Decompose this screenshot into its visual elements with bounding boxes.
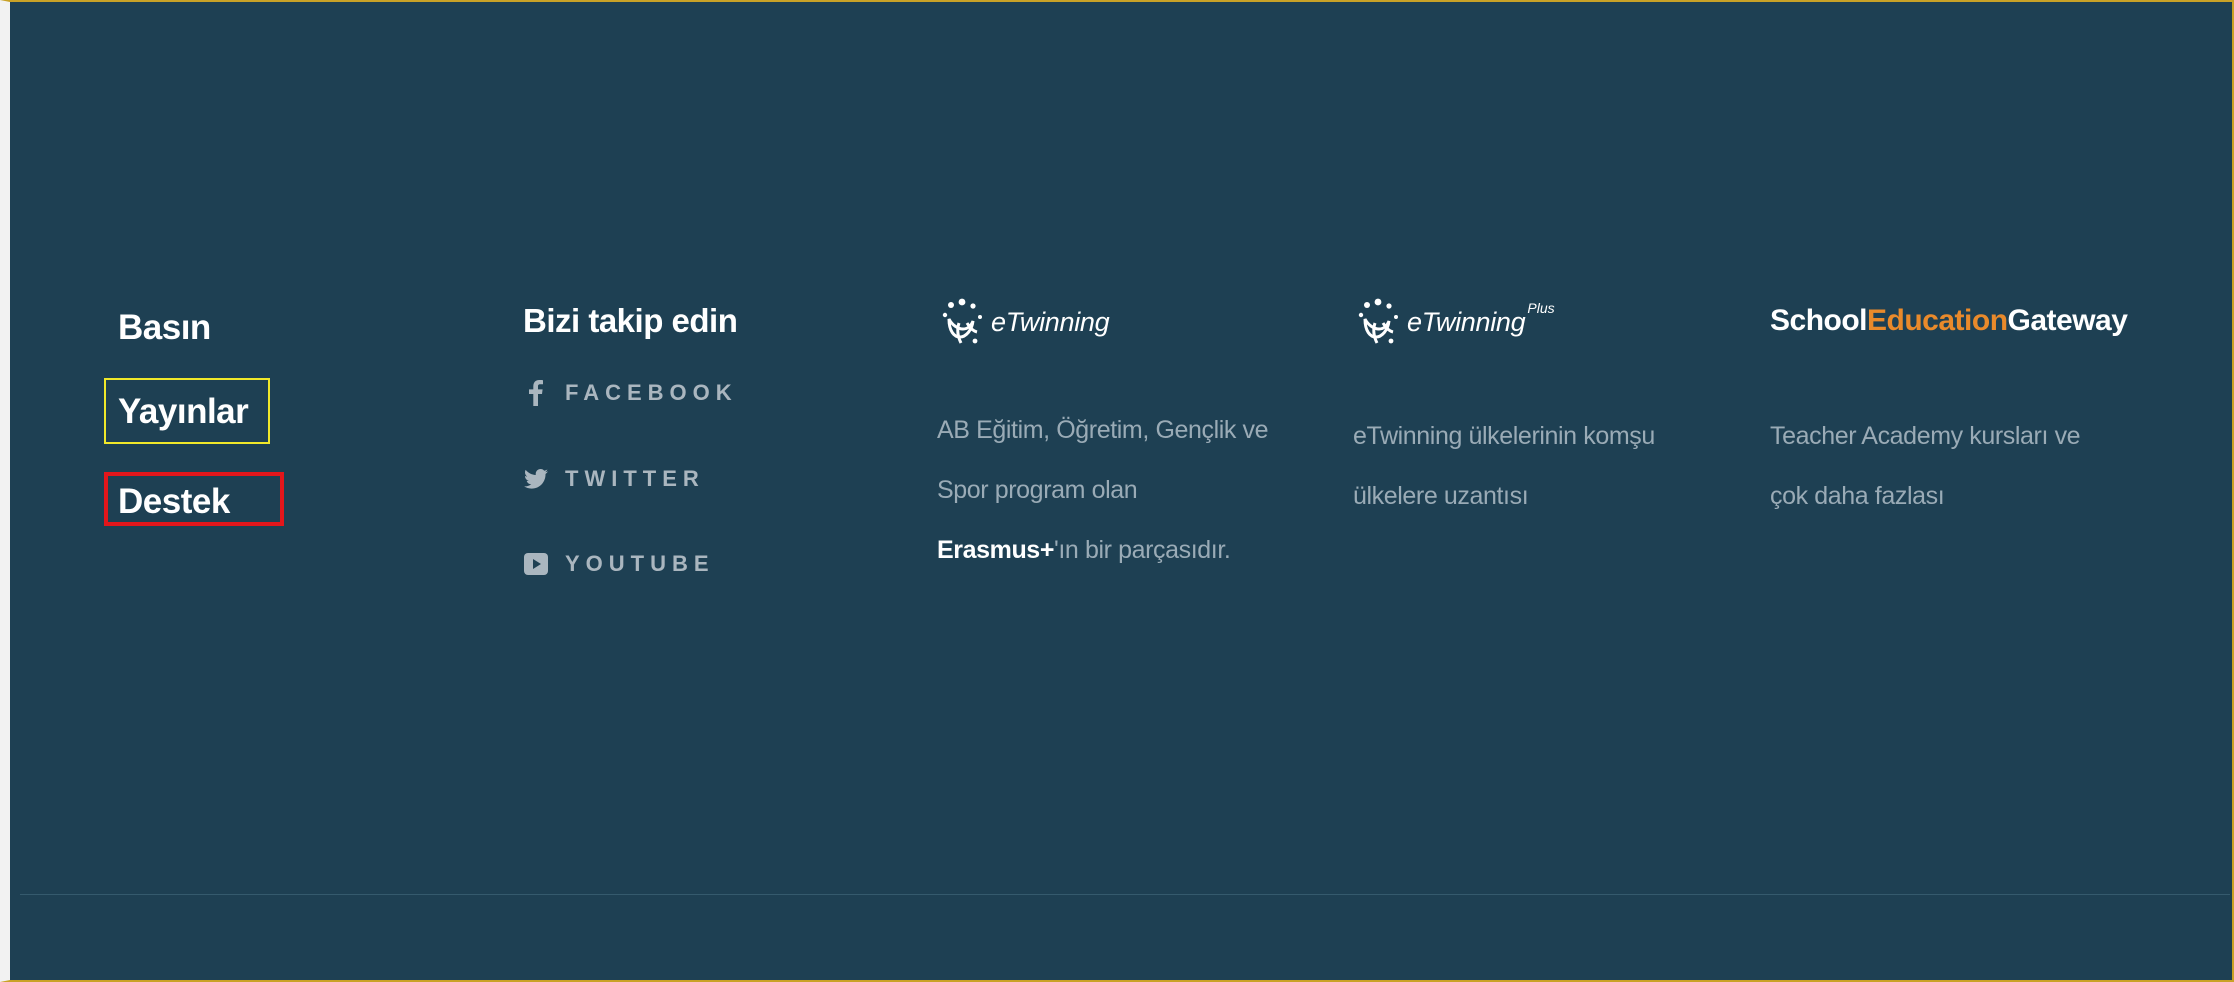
etwinning-plus-logo-icon xyxy=(1358,298,1398,344)
nav-link-destek[interactable]: Destek xyxy=(104,472,284,526)
social-link-youtube[interactable]: YOUTUBE xyxy=(523,551,715,577)
seg-logo-gateway: Gateway xyxy=(2007,304,2128,337)
page-frame: Basın Yayınlar Destek Bizi takip edin FA… xyxy=(0,0,2234,982)
seg-logo-education: Education xyxy=(1867,304,2008,337)
social-label-facebook: FACEBOOK xyxy=(565,380,738,405)
nav-link-basin[interactable]: Basın xyxy=(118,310,211,345)
nav-link-yayinlar[interactable]: Yayınlar xyxy=(104,378,270,444)
youtube-icon xyxy=(523,551,549,577)
etwinning-description: AB Eğitim, Öğretim, Gençlik ve Spor prog… xyxy=(937,400,1277,580)
site-footer: Basın Yayınlar Destek Bizi takip edin FA… xyxy=(20,4,2234,894)
etwinning-plus-logo-text: eTwinning xyxy=(1407,306,1526,337)
school-education-gateway-logo[interactable]: SchoolEducationGateway xyxy=(1770,304,2128,338)
etwinning-plus-logo[interactable]: eTwinning Plus xyxy=(1353,294,1555,350)
social-label-twitter: TWITTER xyxy=(565,466,705,491)
social-link-twitter[interactable]: TWITTER xyxy=(523,466,705,492)
etwinning-plus-description: eTwinning ülkelerinin komşu ülkelere uza… xyxy=(1353,422,1655,510)
etwinning-desc-part2: 'ın bir parçasıdır. xyxy=(1054,536,1231,564)
etwinning-logo-text: eTwinning xyxy=(991,306,1110,337)
twitter-icon xyxy=(523,466,549,492)
etwinning-logo[interactable]: eTwinning xyxy=(937,294,1110,350)
footer-divider xyxy=(20,894,2230,895)
etwinning-desc-part1: AB Eğitim, Öğretim, Gençlik ve Spor prog… xyxy=(937,416,1269,504)
school-education-gateway-description: Teacher Academy kursları ve çok daha faz… xyxy=(1770,422,2081,510)
etwinning-plus-logo-sup: Plus xyxy=(1527,300,1555,316)
social-label-youtube: YOUTUBE xyxy=(565,551,715,576)
social-title: Bizi takip edin xyxy=(523,302,738,339)
etwinning-logo-icon xyxy=(942,298,982,344)
facebook-icon xyxy=(523,380,549,406)
seg-logo-school: School xyxy=(1770,304,1868,337)
social-link-facebook[interactable]: FACEBOOK xyxy=(523,380,738,406)
erasmus-link[interactable]: Erasmus+ xyxy=(937,536,1054,564)
